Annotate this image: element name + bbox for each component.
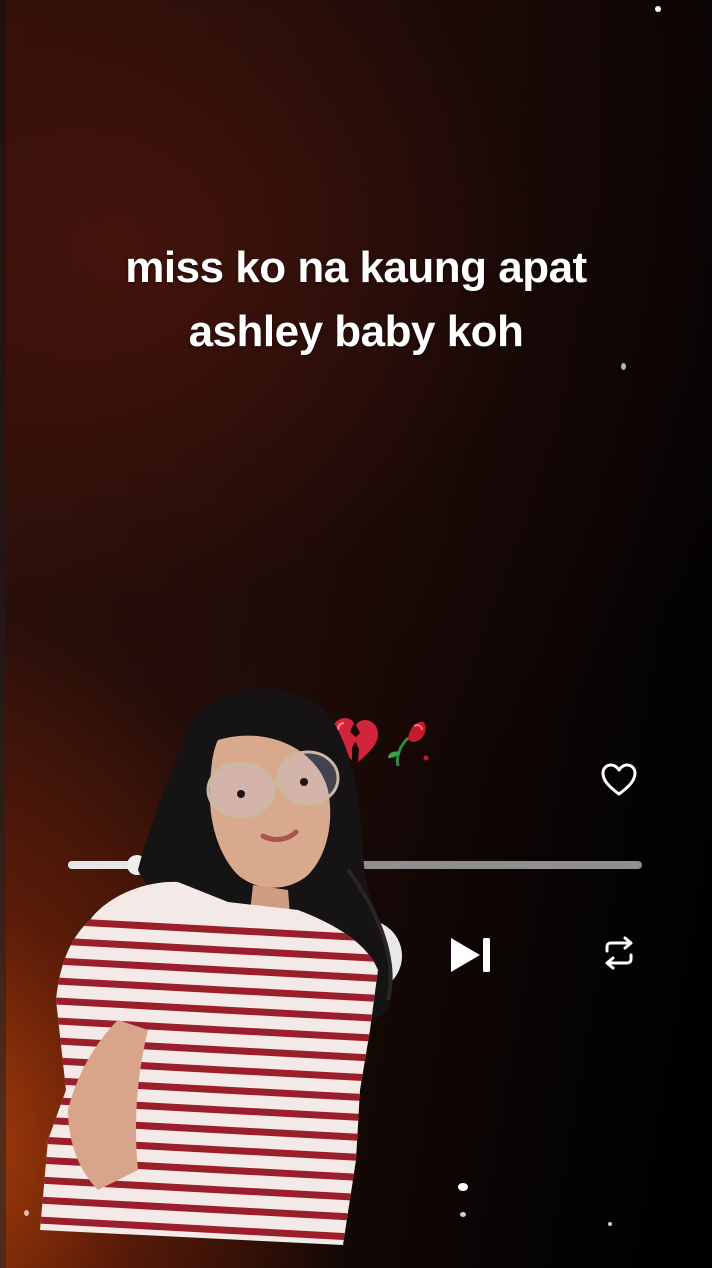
caption-line-2: ashley baby koh — [188, 307, 524, 356]
frame-edge — [0, 0, 6, 1268]
sparkle — [608, 1222, 612, 1226]
sparkle — [621, 363, 626, 370]
sparkle — [460, 1212, 466, 1217]
caption: miss ko na kaung apat ashley baby koh — [0, 236, 712, 364]
repeat-icon[interactable] — [601, 935, 637, 971]
caption-line-1: miss ko na kaung apat — [125, 243, 587, 292]
heart-outline-icon[interactable] — [600, 762, 638, 798]
skip-next-icon[interactable] — [448, 934, 494, 976]
sparkle — [24, 1210, 29, 1216]
video-frame: miss ko na kaung apat ashley baby koh — [0, 0, 712, 1268]
sparkle — [458, 1183, 468, 1191]
person-photo-sticker — [40, 688, 393, 1245]
sparkle — [655, 6, 661, 12]
